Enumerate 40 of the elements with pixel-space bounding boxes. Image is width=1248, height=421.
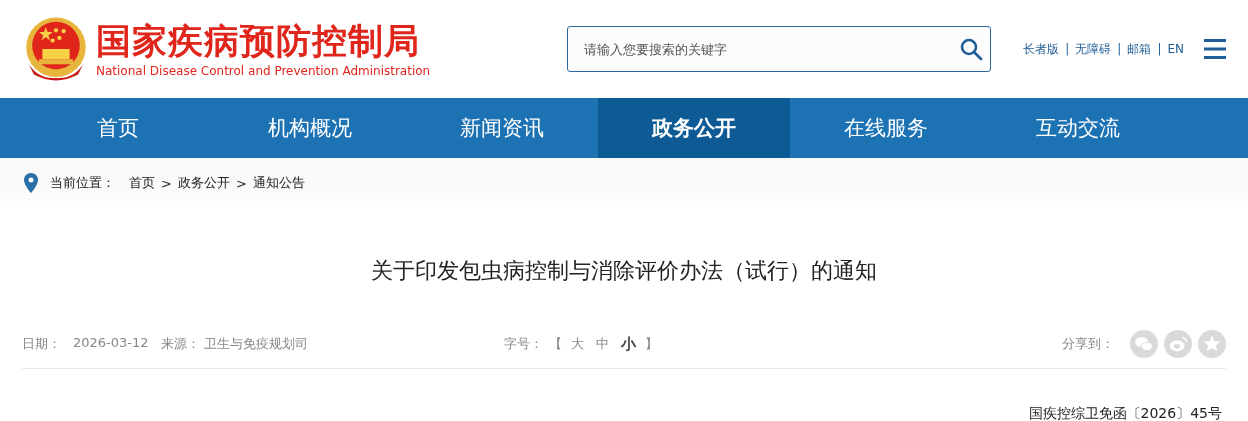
bracket: 】 bbox=[644, 335, 658, 353]
document-number: 国疾控综卫免函〔2026〕45号 bbox=[1027, 405, 1223, 421]
breadcrumb-label: 当前位置： bbox=[50, 174, 115, 192]
nav-tab[interactable]: 在线服务 bbox=[790, 98, 982, 158]
nav-tab[interactable]: 互动交流 bbox=[982, 98, 1174, 158]
search-icon[interactable] bbox=[959, 37, 984, 61]
site-title: 国家疾病预防控制局 bbox=[96, 20, 421, 62]
breadcrumb-separator: > bbox=[235, 175, 247, 191]
location-pin-icon bbox=[24, 173, 38, 193]
breadcrumb-link[interactable]: 通知公告 bbox=[252, 174, 305, 192]
font-size-option[interactable]: 中 bbox=[595, 335, 609, 353]
font-size-option[interactable]: 大 bbox=[570, 335, 584, 353]
top-link[interactable]: EN bbox=[1167, 42, 1184, 56]
breadcrumb-separator: > bbox=[161, 175, 172, 191]
breadcrumb-link[interactable]: 政务公开 bbox=[177, 174, 230, 192]
link-divider: | bbox=[1157, 42, 1162, 56]
source-value: 卫生与免疫规划司 bbox=[203, 335, 308, 353]
chat-bubble-icon[interactable] bbox=[1130, 330, 1158, 358]
top-link[interactable]: 邮箱 bbox=[1127, 40, 1152, 58]
nav-tab[interactable]: 机构概况 bbox=[214, 98, 406, 158]
article-title: 关于印发包虫病控制与消除评价办法（试行）的通知 bbox=[370, 257, 878, 285]
link-divider: | bbox=[1065, 42, 1070, 56]
nav-tab[interactable]: 首页 bbox=[22, 98, 214, 158]
source-label: 来源： bbox=[160, 335, 200, 353]
eye-logo-icon[interactable] bbox=[1164, 330, 1192, 358]
link-divider: | bbox=[1117, 42, 1122, 56]
bracket: 【 bbox=[548, 335, 562, 353]
date-label: 日期： bbox=[22, 335, 61, 353]
date-value: 2026-03-12 bbox=[73, 335, 149, 352]
nav-tab[interactable]: 政务公开 bbox=[598, 98, 790, 158]
search-field[interactable]: 请输入您要搜索的关键字 bbox=[567, 26, 992, 72]
share-label: 分享到： bbox=[1062, 335, 1114, 353]
top-link[interactable]: 无障碍 bbox=[1075, 40, 1112, 58]
menu-icon[interactable] bbox=[1204, 39, 1226, 59]
site-subtitle: National Disease Control and Prevention Administration bbox=[96, 64, 431, 78]
top-link[interactable]: 长者版 bbox=[1023, 40, 1060, 58]
font-size-option[interactable]: 小 bbox=[620, 334, 636, 354]
font-size-label: 字号： bbox=[503, 335, 543, 353]
nav-tab[interactable]: 新闻资讯 bbox=[406, 98, 598, 158]
breadcrumb-link[interactable]: 首页 bbox=[129, 174, 155, 192]
